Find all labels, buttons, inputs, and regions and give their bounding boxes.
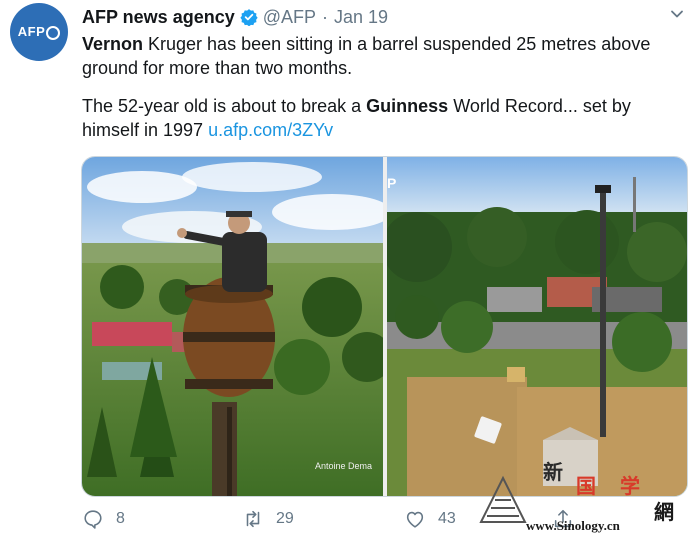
retweet-count: 29 [276, 510, 294, 527]
verified-badge-icon [240, 9, 258, 26]
photo-man-in-barrel[interactable]: Antoine Dema [82, 157, 383, 496]
heart-icon [406, 511, 424, 528]
watermark-char-1: 新 [543, 460, 563, 484]
tweet-link[interactable]: u.afp.com/3ZYv [208, 120, 333, 140]
like-count: 43 [438, 510, 456, 527]
afp-watermark-mark: P [387, 175, 397, 191]
photo-credit: Antoine Dema [315, 461, 373, 471]
bold-guinness: Guinness [366, 96, 449, 116]
reply-count: 8 [116, 510, 125, 527]
like-button[interactable]: 43 [404, 508, 456, 530]
photo-aerial-town[interactable]: P [387, 157, 687, 496]
watermark-char-4: 網 [654, 500, 674, 524]
sinology-watermark: 新 国 学 網 www.Sinology.cn [468, 452, 698, 540]
watermark-char-3: 学 [620, 474, 640, 498]
watermark-char-2: 国 [576, 474, 596, 498]
paragraph-2-text-a: The 52-year old is about to break a [82, 96, 367, 116]
paragraph-1-text: Kruger has been sitting in a barrel susp… [82, 34, 651, 78]
tweet-date[interactable]: Jan 19 [334, 7, 388, 28]
tweet-paragraph-1: Vernon Kruger has been sitting in a barr… [82, 32, 692, 80]
avatar[interactable]: AFP [10, 3, 68, 61]
tweet-media[interactable]: Antoine Dema P [81, 156, 688, 497]
avatar-logo: AFP [18, 24, 61, 40]
tweet-text: Vernon Kruger has been sitting in a barr… [82, 32, 692, 156]
reply-icon [84, 510, 102, 529]
author-handle[interactable]: @AFP [263, 7, 316, 28]
chevron-down-icon[interactable] [670, 7, 684, 21]
bold-name: Vernon [82, 34, 144, 54]
reply-button[interactable]: 8 [82, 508, 125, 530]
watermark-site: www.Sinology.cn [526, 518, 620, 533]
author-name[interactable]: AFP news agency [82, 7, 235, 28]
separator-dot: · [322, 6, 329, 27]
watermark-emblem-icon [479, 475, 527, 523]
tweet-header: AFP news agency @AFP · Jan 19 [82, 6, 388, 28]
retweet-icon [246, 510, 260, 528]
tweet: AFP AFP news agency @AFP · Jan 19 Vernon… [0, 0, 700, 543]
retweet-button[interactable]: 29 [242, 508, 294, 530]
tweet-paragraph-2: The 52-year old is about to break a Guin… [82, 94, 692, 142]
